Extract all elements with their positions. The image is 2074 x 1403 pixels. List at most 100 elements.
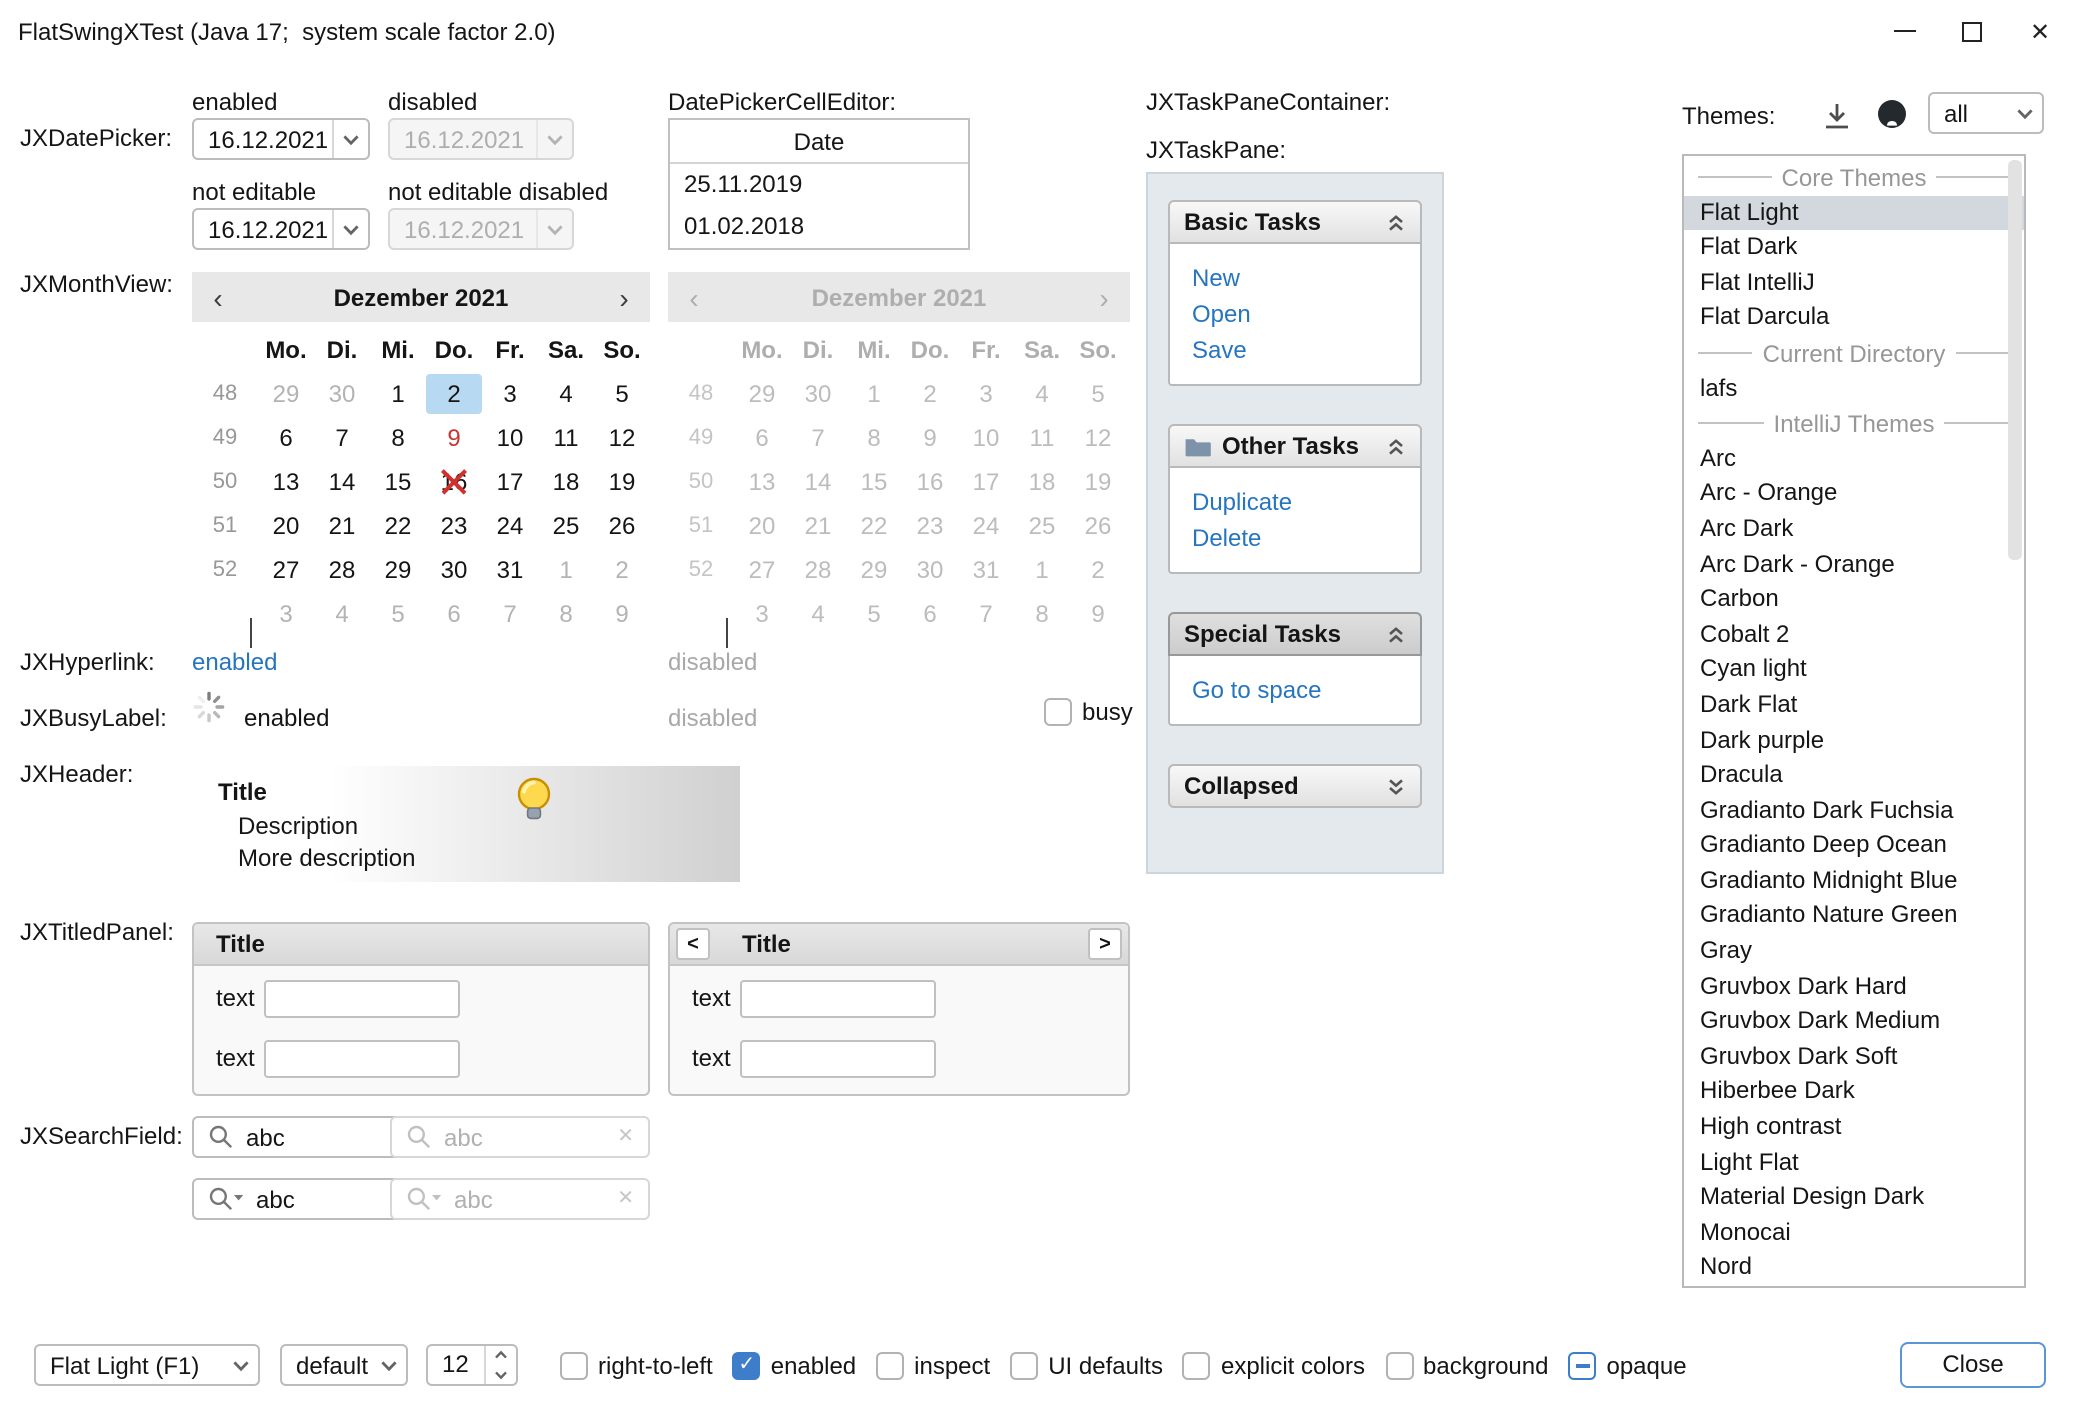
search-input-value[interactable]: abc <box>246 1123 375 1151</box>
taskpane-link-duplicate[interactable]: Duplicate <box>1192 484 1398 520</box>
hyperlink-enabled[interactable]: enabled <box>192 648 277 676</box>
theme-item-arc-dark[interactable]: Arc Dark <box>1684 512 2024 547</box>
text-field[interactable] <box>264 1040 460 1078</box>
text-field[interactable] <box>740 980 936 1018</box>
day-cell[interactable]: 11 <box>538 418 594 458</box>
theme-item-carbon[interactable]: Carbon <box>1684 582 2024 617</box>
search-field-with-menu[interactable]: abc ✕ <box>192 1178 420 1220</box>
theme-item-cobalt-2[interactable]: Cobalt 2 <box>1684 617 2024 652</box>
day-cell[interactable]: 8 <box>538 594 594 634</box>
theme-item-hiberbee-dark[interactable]: Hiberbee Dark <box>1684 1075 2024 1110</box>
theme-item-lafs[interactable]: lafs <box>1684 371 2024 406</box>
text-field[interactable] <box>740 1040 936 1078</box>
day-cell[interactable]: 14 <box>314 462 370 502</box>
checkbox-enabled[interactable]: ✓enabled <box>733 1351 856 1379</box>
day-cell[interactable]: 2 <box>594 550 650 590</box>
day-cell[interactable]: 30 <box>314 374 370 414</box>
day-cell[interactable]: 10 <box>482 418 538 458</box>
day-cell[interactable]: 7 <box>314 418 370 458</box>
day-cell[interactable]: 9 <box>594 594 650 634</box>
theme-item-gruvbox-dark-medium[interactable]: Gruvbox Dark Medium <box>1684 1005 2024 1040</box>
theme-item-high-contrast[interactable]: High contrast <box>1684 1110 2024 1145</box>
scrollbar-thumb[interactable] <box>2008 160 2022 560</box>
theme-item-dark-flat[interactable]: Dark Flat <box>1684 688 2024 723</box>
taskpane-header-basic-tasks[interactable]: Basic Tasks <box>1168 200 1422 244</box>
day-cell[interactable]: 4 <box>314 594 370 634</box>
taskpane-header-collapsed[interactable]: Collapsed <box>1168 764 1422 808</box>
day-cell[interactable]: 25 <box>538 506 594 546</box>
day-cell[interactable]: 7 <box>482 594 538 634</box>
theme-item-flat-dark[interactable]: Flat Dark <box>1684 230 2024 265</box>
checkbox-busy[interactable]: busy <box>1044 698 1133 726</box>
themes-filter-combo[interactable]: all <box>1928 92 2044 134</box>
datepicker-arrow-button[interactable] <box>332 210 368 248</box>
checkbox-explicit-colors[interactable]: explicit colors <box>1183 1351 1365 1379</box>
theme-item-gradianto-midnight-blue[interactable]: Gradianto Midnight Blue <box>1684 864 2024 899</box>
search-input-value[interactable]: abc <box>256 1185 375 1213</box>
day-cell[interactable]: 31 <box>482 550 538 590</box>
date-table-row[interactable]: 25.11.2019 <box>670 164 968 206</box>
day-cell[interactable]: 15 <box>370 462 426 502</box>
day-cell[interactable]: 22 <box>370 506 426 546</box>
font-combo[interactable]: default <box>280 1344 408 1386</box>
taskpane-link-new[interactable]: New <box>1192 260 1398 296</box>
checkbox-background[interactable]: background <box>1385 1351 1548 1379</box>
checkbox-right-to-left[interactable]: right-to-left <box>560 1351 713 1379</box>
theme-item-material-design-dark[interactable]: Material Design Dark <box>1684 1180 2024 1215</box>
text-field[interactable] <box>264 980 460 1018</box>
taskpane-header-special-tasks[interactable]: Special Tasks <box>1168 612 1422 656</box>
taskpane-link-delete[interactable]: Delete <box>1192 520 1398 556</box>
theme-item-flat-light[interactable]: Flat Light <box>1684 195 2024 230</box>
search-field[interactable]: abc ✕ <box>192 1116 420 1158</box>
titled-panel-next-button[interactable]: > <box>1088 928 1122 960</box>
taskpane-header-other-tasks[interactable]: Other Tasks <box>1168 424 1422 468</box>
titled-panel-prev-button[interactable]: < <box>676 928 710 960</box>
day-cell[interactable]: 6 <box>426 594 482 634</box>
day-cell[interactable]: 4 <box>538 374 594 414</box>
window-close-button[interactable]: ✕ <box>2006 0 2074 62</box>
theme-item-gradianto-nature-green[interactable]: Gradianto Nature Green <box>1684 899 2024 934</box>
day-cell[interactable]: 23 <box>426 506 482 546</box>
spinner-down-button[interactable] <box>486 1365 516 1384</box>
day-cell[interactable]: 21 <box>314 506 370 546</box>
minimize-button[interactable] <box>1870 0 1938 62</box>
previous-month-icon[interactable]: ‹ <box>192 281 244 313</box>
theme-item-dark-purple[interactable]: Dark purple <box>1684 723 2024 758</box>
next-month-icon[interactable]: › <box>598 281 650 313</box>
date-table-row[interactable]: 01.02.2018 <box>670 206 968 248</box>
day-cell[interactable]: 1 <box>370 374 426 414</box>
day-cell[interactable]: 17 <box>482 462 538 502</box>
datepicker-arrow-button[interactable] <box>332 120 368 158</box>
day-cell[interactable]: 8 <box>370 418 426 458</box>
day-cell[interactable]: 29 <box>258 374 314 414</box>
day-cell[interactable]: 27 <box>258 550 314 590</box>
taskpane-link-open[interactable]: Open <box>1192 296 1398 332</box>
day-cell[interactable]: 5 <box>594 374 650 414</box>
day-cell[interactable]: 18 <box>538 462 594 502</box>
checkbox-inspect[interactable]: inspect <box>876 1351 990 1379</box>
day-cell[interactable]: 5 <box>370 594 426 634</box>
maximize-button[interactable] <box>1938 0 2006 62</box>
day-cell[interactable]: 9 <box>426 418 482 458</box>
theme-item-arc-dark-orange[interactable]: Arc Dark - Orange <box>1684 547 2024 582</box>
day-cell[interactable]: 1 <box>538 550 594 590</box>
theme-item-gruvbox-dark-hard[interactable]: Gruvbox Dark Hard <box>1684 969 2024 1004</box>
theme-item-monocai[interactable]: Monocai <box>1684 1216 2024 1251</box>
theme-item-gray[interactable]: Gray <box>1684 934 2024 969</box>
datepicker-enabled[interactable]: 16.12.2021 <box>192 118 370 160</box>
font-size-spinner[interactable]: 12 <box>426 1344 518 1386</box>
day-cell[interactable]: 19 <box>594 462 650 502</box>
day-cell[interactable]: 12 <box>594 418 650 458</box>
checkbox-opaque[interactable]: opaque <box>1568 1351 1686 1379</box>
datepicker-not-editable[interactable]: 16.12.2021 <box>192 208 370 250</box>
theme-item-flat-intellij[interactable]: Flat IntelliJ <box>1684 266 2024 301</box>
day-cell[interactable]: 13 <box>258 462 314 502</box>
day-cell[interactable]: 20 <box>258 506 314 546</box>
theme-item-gruvbox-dark-soft[interactable]: Gruvbox Dark Soft <box>1684 1040 2024 1075</box>
theme-item-flat-darcula[interactable]: Flat Darcula <box>1684 301 2024 336</box>
github-button[interactable] <box>1872 94 1912 134</box>
checkbox-ui-defaults[interactable]: UI defaults <box>1010 1351 1163 1379</box>
theme-item-gradianto-dark-fuchsia[interactable]: Gradianto Dark Fuchsia <box>1684 793 2024 828</box>
day-cell[interactable]: 26 <box>594 506 650 546</box>
day-cell[interactable]: 6 <box>258 418 314 458</box>
